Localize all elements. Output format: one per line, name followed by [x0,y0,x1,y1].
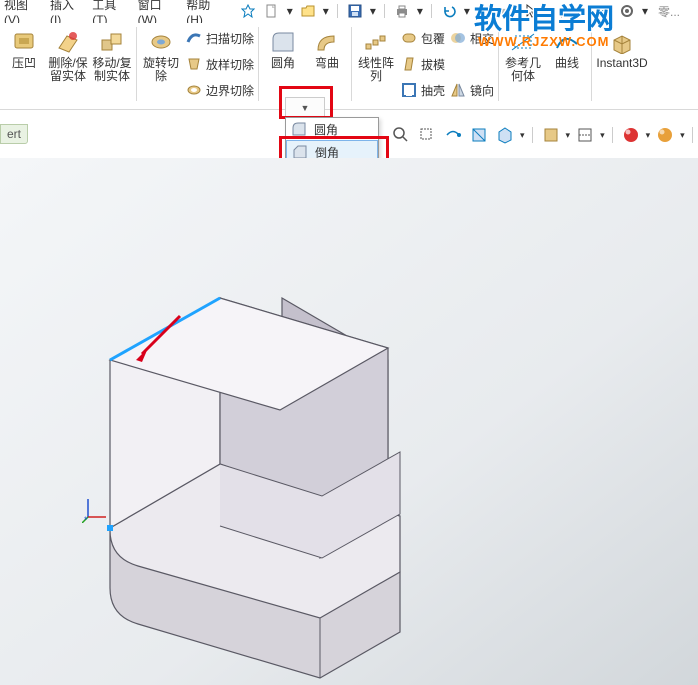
revolve-cut-icon [147,29,175,55]
open-icon[interactable] [299,2,317,20]
graphics-viewport[interactable]: * [0,158,698,685]
appearance-icon[interactable] [620,124,642,146]
undo-icon[interactable] [440,2,458,20]
svg-text:WWW.RJZXW.COM: WWW.RJZXW.COM [478,34,609,49]
cmd-loft-cut[interactable]: 放样切除 [183,53,256,75]
intersect-icon [449,29,467,47]
cmd-revolve-cut[interactable]: 旋转切 除 [139,27,183,103]
sweep-cut-icon [185,29,203,47]
bend-icon [313,29,341,55]
dropdown-label: 圆角 [314,121,338,138]
draft-icon [400,55,418,73]
annotation-arrow [130,308,190,368]
fillet-dropdown-button[interactable]: ▼ [285,97,325,119]
fillet-icon [269,29,297,55]
mirror-icon [449,81,467,99]
svg-text:软件自学网: 软件自学网 [474,2,614,35]
origin-triad: * [82,493,112,523]
dropdown-caret-icon[interactable]: ▾ [323,4,329,18]
boundary-cut-icon [185,81,203,99]
section-icon[interactable] [468,124,490,146]
dropdown-caret-icon[interactable]: ▾ [417,4,423,18]
cmd-draft[interactable]: 拔模 [398,53,447,75]
linear-pattern-icon [362,29,390,55]
cmd-yaotu[interactable]: 压凹 [2,27,46,103]
view-orient-icon[interactable] [494,124,516,146]
heads-up-toolbar: ▾ ▾ ▾ ▾ ▾ [384,120,698,150]
print-icon[interactable] [393,2,411,20]
wrap-icon [400,29,418,47]
display-style-icon[interactable] [540,124,562,146]
svg-text:*: * [84,515,88,523]
dropdown-item-fillet[interactable]: 圆角 [286,118,378,140]
shell-icon [400,81,418,99]
cmd-fillet[interactable]: 圆角 [261,27,305,85]
save-icon[interactable] [346,2,364,20]
cmd-boundary-cut[interactable]: 边界切除 [183,79,256,101]
zoom-area-icon[interactable] [416,124,438,146]
scene-icon[interactable] [654,124,676,146]
dropdown-caret-icon[interactable]: ▾ [287,4,293,18]
loft-cut-icon [185,55,203,73]
delete-body-icon [54,29,82,55]
model-3d [0,158,698,685]
move-body-icon [98,29,126,55]
pin-icon[interactable] [241,4,255,18]
cmd-shell[interactable]: 抽壳 [398,79,447,101]
new-doc-icon[interactable] [263,2,281,20]
cmd-delete-keep[interactable]: 删除/保 留实体 [46,27,90,103]
cmd-bend[interactable]: 弯曲 [305,27,349,103]
fillet-icon [290,120,308,138]
cmd-wrap[interactable]: 包覆 [398,27,447,49]
tag-ert[interactable]: ert [0,124,28,144]
view-prev-icon[interactable] [442,124,464,146]
cmd-linear-pattern[interactable]: 线性阵 列 [354,27,398,103]
watermark: 软件自学网 软件自学网 WWW.RJZXW.COM [468,0,698,52]
stamp-icon [10,29,38,55]
zoom-fit-icon[interactable] [390,124,412,146]
cmd-sweep-cut[interactable]: 扫描切除 [183,27,256,49]
chevron-down-icon: ▼ [301,103,310,113]
hidden-lines-icon[interactable] [574,124,596,146]
dropdown-caret-icon[interactable]: ▾ [370,4,376,18]
cmd-placeholder [447,53,496,75]
cmd-move-copy[interactable]: 移动/复 制实体 [90,27,134,103]
cmd-mirror[interactable]: 镜向 [447,79,496,101]
